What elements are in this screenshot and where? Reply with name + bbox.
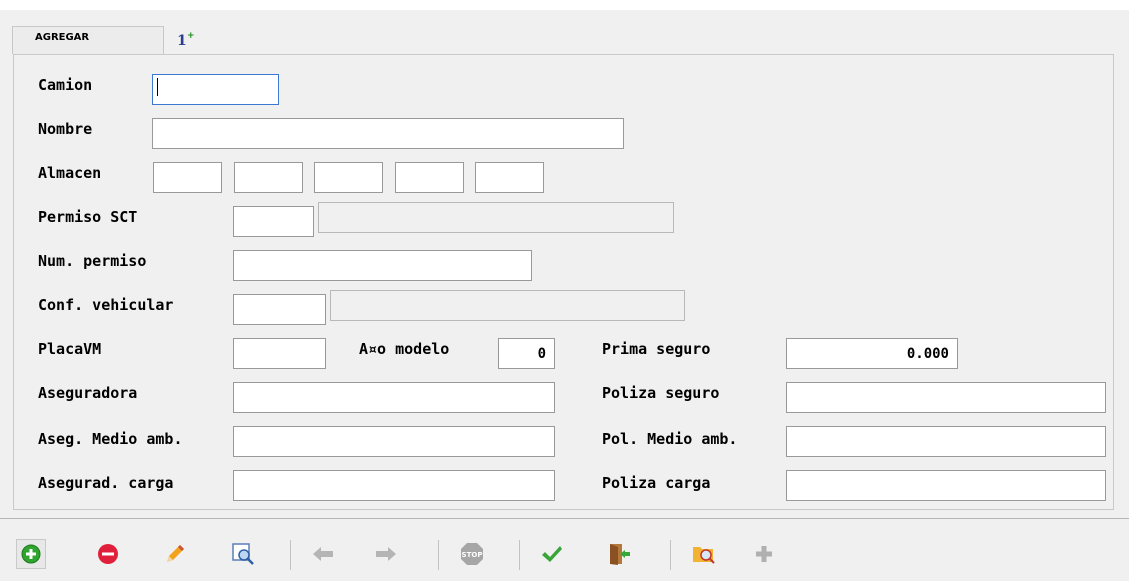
pol-medio-amb-label: Pol. Medio amb. bbox=[602, 430, 738, 448]
edit-button[interactable] bbox=[160, 539, 190, 569]
anio-modelo-input[interactable] bbox=[498, 338, 555, 369]
search-icon bbox=[232, 543, 254, 565]
folder-search-button[interactable] bbox=[689, 539, 719, 569]
delete-button[interactable] bbox=[93, 539, 123, 569]
add-icon bbox=[21, 544, 41, 564]
almacen-input-3[interactable] bbox=[314, 162, 383, 193]
pol-medio-amb-input[interactable] bbox=[786, 426, 1106, 457]
search-button[interactable] bbox=[228, 539, 258, 569]
asegurad-carga-label: Asegurad. carga bbox=[38, 474, 174, 492]
poliza-carga-label: Poliza carga bbox=[602, 474, 711, 492]
aseg-medio-amb-input[interactable] bbox=[233, 426, 555, 457]
arrow-right-icon bbox=[376, 547, 396, 561]
aseguradora-input[interactable] bbox=[233, 382, 555, 413]
camion-input[interactable] bbox=[152, 74, 279, 105]
asegurad-carga-input[interactable] bbox=[233, 470, 555, 501]
folder-search-icon bbox=[693, 547, 715, 564]
anio-modelo-label: A¤o modelo bbox=[359, 340, 450, 358]
checkmark-icon bbox=[542, 546, 562, 562]
conf-vehicular-label: Conf. vehicular bbox=[38, 296, 174, 314]
permiso-sct-label: Permiso SCT bbox=[38, 208, 138, 226]
tab-icon-glyph: 1 bbox=[177, 33, 187, 49]
toolbar-divider bbox=[438, 540, 439, 570]
almacen-label: Almacen bbox=[38, 164, 102, 182]
toolbar-divider bbox=[519, 540, 520, 570]
num-permiso-label: Num. permiso bbox=[38, 252, 147, 270]
placavm-input[interactable] bbox=[233, 338, 326, 369]
window-top-strip bbox=[0, 0, 1129, 10]
accept-button[interactable] bbox=[537, 539, 567, 569]
plus-icon bbox=[756, 546, 772, 562]
tab-icon-plus: + bbox=[187, 31, 195, 41]
text-caret bbox=[157, 78, 158, 96]
toolbar-divider bbox=[290, 540, 291, 570]
permiso-sct-code-input[interactable] bbox=[233, 206, 314, 237]
sort-numeric-add-icon[interactable]: 1 + bbox=[177, 31, 197, 53]
camion-label: Camion bbox=[38, 76, 93, 94]
stop-button[interactable]: STOP bbox=[457, 539, 487, 569]
edit-pencil-icon bbox=[167, 545, 184, 562]
poliza-seguro-label: Poliza seguro bbox=[602, 384, 720, 402]
prima-seguro-label: Prima seguro bbox=[602, 340, 711, 358]
tab-agregar[interactable]: AGREGAR bbox=[12, 26, 164, 54]
toolbar-divider bbox=[670, 540, 671, 570]
aseguradora-label: Aseguradora bbox=[38, 384, 138, 402]
placavm-label: PlacaVM bbox=[38, 340, 102, 358]
almacen-input-4[interactable] bbox=[395, 162, 464, 193]
stop-icon-text: STOP bbox=[462, 551, 483, 559]
poliza-carga-input[interactable] bbox=[786, 470, 1106, 501]
add-button[interactable] bbox=[16, 539, 46, 569]
conf-vehicular-description bbox=[330, 290, 685, 321]
next-button[interactable] bbox=[371, 539, 401, 569]
poliza-seguro-input[interactable] bbox=[786, 382, 1106, 413]
exit-door-icon bbox=[610, 544, 630, 565]
conf-vehicular-code-input[interactable] bbox=[233, 294, 326, 325]
arrow-left-icon bbox=[313, 547, 333, 561]
prima-seguro-input[interactable] bbox=[786, 338, 958, 369]
nombre-input[interactable] bbox=[152, 118, 624, 149]
almacen-input-2[interactable] bbox=[234, 162, 303, 193]
aseg-medio-amb-label: Aseg. Medio amb. bbox=[38, 430, 183, 448]
stop-icon: STOP bbox=[461, 543, 483, 565]
exit-button[interactable] bbox=[604, 539, 634, 569]
almacen-input-1[interactable] bbox=[153, 162, 222, 193]
permiso-sct-description bbox=[318, 202, 674, 233]
plus-button[interactable] bbox=[749, 539, 779, 569]
delete-icon bbox=[98, 544, 118, 564]
num-permiso-input[interactable] bbox=[233, 250, 532, 281]
previous-button[interactable] bbox=[308, 539, 338, 569]
nombre-label: Nombre bbox=[38, 120, 93, 138]
almacen-input-5[interactable] bbox=[475, 162, 544, 193]
